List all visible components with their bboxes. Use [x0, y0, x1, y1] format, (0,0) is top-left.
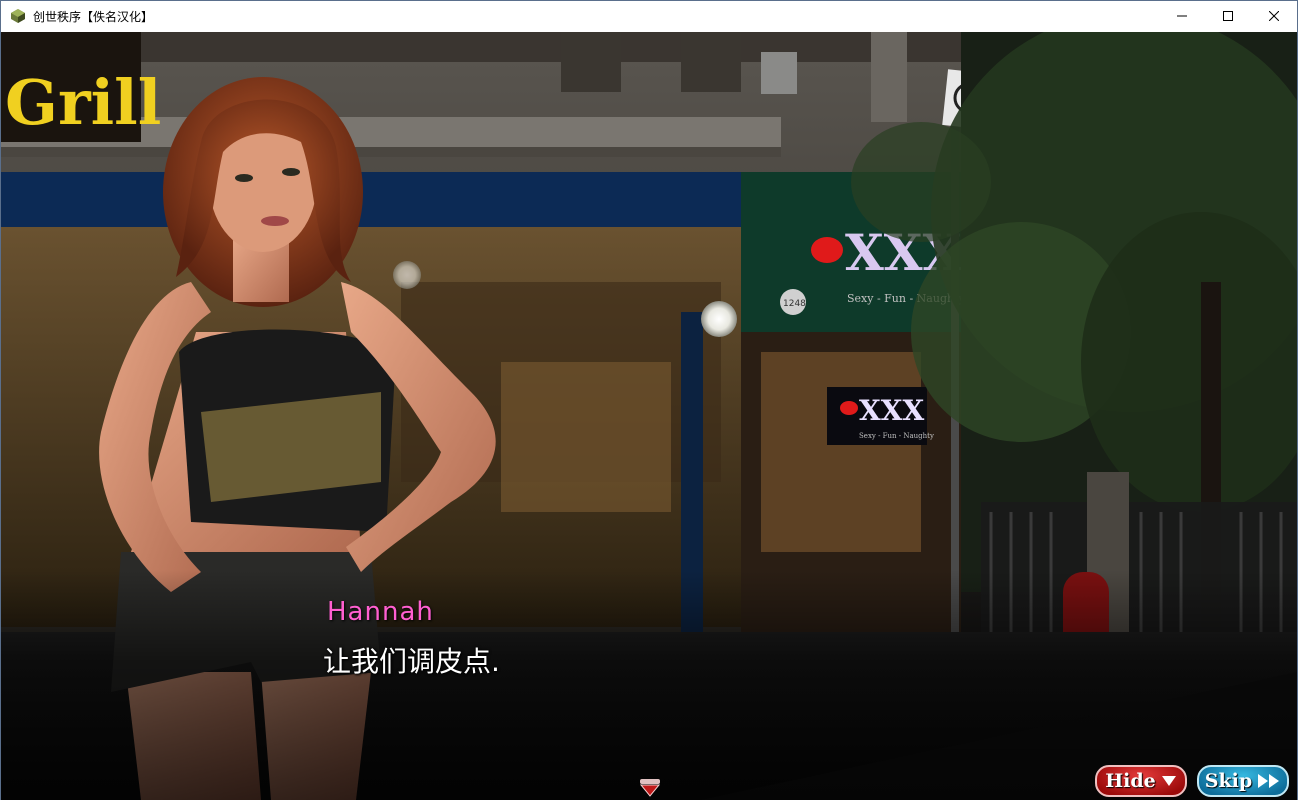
- triangle-down-icon: [1161, 775, 1177, 787]
- maximize-icon: [1223, 11, 1233, 21]
- close-button[interactable]: [1251, 1, 1297, 31]
- lips-logo-small-icon: [840, 401, 858, 415]
- grill-sign: Grill: [5, 66, 161, 139]
- skip-button[interactable]: Skip: [1197, 765, 1289, 797]
- minimize-icon: [1177, 15, 1187, 17]
- maximize-button[interactable]: [1205, 1, 1251, 31]
- xxx-tagline-small: Sexy - Fun - Naughty: [859, 432, 934, 440]
- speaker-name: Hannah: [327, 597, 434, 627]
- title-bar: 创世秩序【佚名汉化】: [1, 1, 1297, 31]
- fast-forward-icon: [1257, 773, 1281, 789]
- xxx-sign-small: XXX: [859, 394, 924, 427]
- window-title: 创世秩序【佚名汉化】: [33, 9, 154, 24]
- skip-button-label: Skip: [1204, 770, 1253, 792]
- game-scene[interactable]: 1248 Grill XXX Sexy - Fun - Naughty 1248: [1, 32, 1297, 800]
- continue-arrow-icon[interactable]: [638, 777, 662, 797]
- street-lamp: [701, 301, 737, 337]
- hide-button[interactable]: Hide: [1095, 765, 1187, 797]
- hide-button-label: Hide: [1105, 770, 1156, 792]
- lips-logo-icon: [811, 237, 843, 263]
- minimize-button[interactable]: [1159, 1, 1205, 31]
- app-icon: [11, 9, 25, 23]
- address-small: 1248: [783, 299, 806, 309]
- window-controls: [1159, 1, 1297, 31]
- close-icon: [1269, 11, 1279, 21]
- game-window: 创世秩序【佚名汉化】 Grill XXX Sexy - Fun - Naught…: [0, 0, 1298, 800]
- dialogue-text: 让我们调皮点.: [323, 645, 500, 678]
